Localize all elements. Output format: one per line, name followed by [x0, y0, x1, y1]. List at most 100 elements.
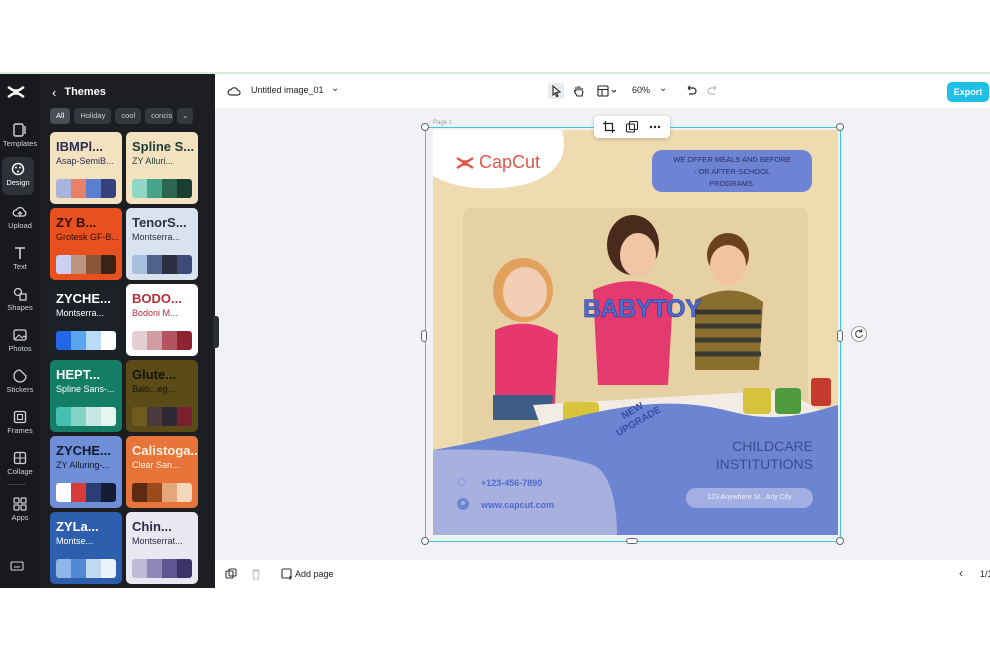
theme-card[interactable]: ZYLa... Montse... [50, 512, 122, 584]
undo-icon [687, 85, 697, 95]
color-swatch [177, 331, 192, 350]
theme-card[interactable]: BODO... Bodoni M... [126, 284, 198, 356]
color-swatch [71, 179, 86, 198]
crop-icon[interactable] [602, 120, 616, 134]
resize-handle-left[interactable] [421, 330, 427, 342]
theme-swatches [56, 483, 116, 502]
more-options-icon[interactable] [648, 120, 662, 134]
left-rail: Templates Design Upload Text Shapes Phot… [0, 74, 40, 588]
rail-item-photos[interactable]: Photos [0, 323, 40, 361]
rail-item-templates[interactable]: Templates [0, 118, 40, 156]
chevron-down-icon[interactable]: ⌄ [331, 83, 339, 94]
templates-icon [13, 123, 26, 137]
color-swatch [147, 179, 162, 198]
top-toolbar: Untitled image_01 ⌄ 60% ⌄ Export [215, 74, 990, 108]
panel-collapse-handle[interactable] [213, 316, 219, 348]
rail-item-upload[interactable]: Upload [0, 200, 40, 238]
theme-title-font: HEPT... [56, 367, 101, 382]
duplicate-page-icon[interactable] [225, 568, 237, 580]
zoom-level[interactable]: 60% [632, 85, 650, 95]
rail-item-apps[interactable]: Apps [0, 492, 40, 530]
element-context-toolbar [594, 116, 670, 138]
rail-item-collage[interactable]: Collage [0, 446, 40, 484]
theme-body-font: Montserrat... [132, 536, 183, 546]
file-name[interactable]: Untitled image_01 [251, 85, 324, 95]
chip-concise[interactable]: concis [145, 108, 174, 124]
theme-card[interactable]: IBMPl... Asap-SemiB... [50, 132, 122, 204]
hand-tool[interactable] [571, 83, 587, 99]
resize-handle-bottom[interactable] [626, 538, 638, 544]
color-swatch [147, 255, 162, 274]
theme-title-font: ZY B... [56, 215, 97, 230]
color-swatch [101, 483, 116, 502]
theme-swatches [56, 407, 116, 426]
color-swatch [86, 559, 101, 578]
rail-label: Stickers [6, 385, 34, 394]
theme-title-font: Calistoga... [132, 443, 198, 458]
rail-label: Shapes [7, 303, 33, 312]
select-tool[interactable] [548, 83, 564, 99]
theme-body-font: Asap-SemiB... [56, 156, 114, 166]
redo-button[interactable] [705, 83, 721, 99]
rotate-handle[interactable] [851, 326, 867, 342]
rail-item-frames[interactable]: Frames [0, 405, 40, 443]
theme-body-font: Montse... [56, 536, 94, 546]
chip-all[interactable]: All [50, 108, 71, 124]
theme-swatches [56, 179, 116, 198]
chip-holiday[interactable]: Holiday [74, 108, 112, 124]
color-swatch [71, 483, 86, 502]
color-swatch [71, 331, 86, 350]
rail-label: Design [6, 178, 30, 187]
theme-card[interactable]: Chin... Montserrat... [126, 512, 198, 584]
resize-handle-tl[interactable] [421, 123, 429, 131]
theme-card[interactable]: HEPT... Spline Sans-... [50, 360, 122, 432]
rail-item-stickers[interactable]: Stickers [0, 364, 40, 402]
color-swatch [86, 407, 101, 426]
theme-card[interactable]: ZYCHE... Montserra... [50, 284, 122, 356]
rail-item-shapes[interactable]: Shapes [0, 282, 40, 320]
undo-button[interactable] [683, 83, 699, 99]
theme-card[interactable]: Glute... Balo...eg... [126, 360, 198, 432]
theme-card[interactable]: ZY B... Grotesk GF-B... [50, 208, 122, 280]
add-page-icon[interactable] [281, 568, 293, 580]
theme-body-font: Balo...eg... [132, 384, 176, 394]
theme-card[interactable]: Calistoga... Clear San... [126, 436, 198, 508]
rail-item-text[interactable]: Text [0, 241, 40, 279]
keyboard-icon[interactable] [10, 560, 24, 572]
resize-handle-right[interactable] [837, 330, 843, 342]
rail-item-design[interactable]: Design [2, 157, 34, 195]
trash-icon[interactable] [250, 568, 262, 580]
chevron-down-icon[interactable]: ⌄ [177, 108, 194, 124]
export-button[interactable]: Export [947, 82, 989, 102]
layout-tool[interactable] [596, 83, 620, 99]
resize-handle-bl[interactable] [421, 537, 429, 545]
rail-label: Text [13, 262, 27, 271]
theme-card[interactable]: ZYCHE... ZY Alluring-... [50, 436, 122, 508]
color-swatch [147, 331, 162, 350]
redo-icon [707, 85, 717, 95]
theme-filter-chips: All Holiday cool concis ⌄ [50, 108, 194, 124]
capcut-logo-icon[interactable] [6, 84, 26, 100]
chevron-left-icon[interactable]: ‹ [959, 566, 963, 580]
color-swatch [147, 407, 162, 426]
theme-card[interactable]: Spline S... ZY Alluri... [126, 132, 198, 204]
resize-handle-tr[interactable] [836, 123, 844, 131]
apps-icon [13, 497, 27, 511]
theme-body-font: Montserra... [132, 232, 181, 242]
resize-handle-br[interactable] [836, 537, 844, 545]
cloud-save-icon[interactable] [227, 84, 241, 98]
color-swatch [162, 407, 177, 426]
color-swatch [101, 255, 116, 274]
theme-title-font: Glute... [132, 367, 177, 382]
color-swatch [86, 255, 101, 274]
color-swatch [177, 255, 192, 274]
add-page-button[interactable]: Add page [295, 569, 334, 579]
chevron-down-icon[interactable]: ⌄ [659, 83, 667, 94]
editor-app: Templates Design Upload Text Shapes Phot… [0, 74, 990, 588]
duplicate-icon[interactable] [625, 120, 639, 134]
back-arrow-icon[interactable]: ‹ [52, 85, 56, 100]
chip-cool[interactable]: cool [115, 108, 142, 124]
theme-card[interactable]: TenorS... Montserra... [126, 208, 198, 280]
color-swatch [177, 559, 192, 578]
cursor-icon [552, 84, 562, 98]
